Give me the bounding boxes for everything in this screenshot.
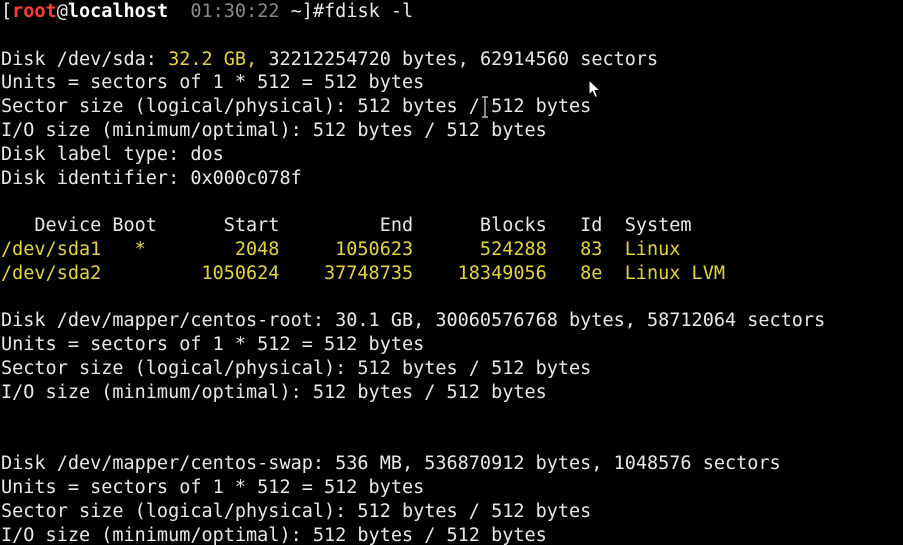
prompt-host: localhost: [67, 1, 169, 22]
mouse-pointer-icon: [588, 79, 602, 99]
sda-disk-line: Disk /dev/sda: 32.2 GB, 32212254720 byte…: [1, 48, 903, 72]
sda-disk-size: 32.2 GB,: [168, 48, 258, 70]
sda-disk-rest: 32212254720 bytes, 62914560 sectors: [257, 48, 659, 70]
partition-row-sda2: /dev/sda2 1050624 37748735 18349056 8e L…: [1, 262, 725, 284]
prompt-at: @: [56, 1, 68, 22]
centos-swap-sector-size-line: Sector size (logical/physical): 512 byte…: [1, 500, 592, 522]
terminal-window[interactable]: [root@localhost 01:30:22 ~]#fdisk -l Dis…: [0, 0, 903, 545]
prompt-line: [root@localhost 01:30:22 ~]#fdisk -l: [1, 0, 903, 24]
centos-root-disk-line: Disk /dev/mapper/centos-root: 30.1 GB, 3…: [1, 310, 826, 332]
sda-io-size-line: I/O size (minimum/optimal): 512 bytes / …: [1, 119, 547, 141]
centos-root-units-line: Units = sectors of 1 * 512 = 512 bytes: [1, 334, 425, 356]
command-text: fdisk -l: [324, 1, 414, 22]
sda-disk-prefix: Disk /dev/sda:: [1, 48, 169, 70]
centos-swap-disk-line: Disk /dev/mapper/centos-swap: 536 MB, 53…: [1, 453, 781, 475]
partition-table-header: Device Boot Start End Blocks Id System: [1, 215, 692, 237]
prompt-time: 01:30:22: [168, 1, 291, 22]
centos-root-sector-size-line: Sector size (logical/physical): 512 byte…: [1, 357, 592, 379]
prompt-user: root: [12, 1, 57, 22]
text-cursor-icon: [482, 96, 488, 118]
sda-units-line: Units = sectors of 1 * 512 = 512 bytes: [1, 72, 425, 94]
prompt-open-bracket: [: [1, 1, 13, 22]
prompt-path: ~]#: [290, 1, 325, 22]
sda-label-type-line: Disk label type: dos: [1, 143, 224, 165]
sda-sector-size-line: Sector size (logical/physical): 512 byte…: [1, 96, 592, 118]
centos-swap-units-line: Units = sectors of 1 * 512 = 512 bytes: [1, 476, 425, 498]
centos-swap-io-size-line: I/O size (minimum/optimal): 512 bytes / …: [1, 524, 547, 545]
centos-root-io-size-line: I/O size (minimum/optimal): 512 bytes / …: [1, 381, 547, 403]
partition-row-sda1: /dev/sda1 * 2048 1050623 524288 83 Linux: [1, 238, 681, 260]
sda-identifier-line: Disk identifier: 0x000c078f: [1, 167, 302, 189]
